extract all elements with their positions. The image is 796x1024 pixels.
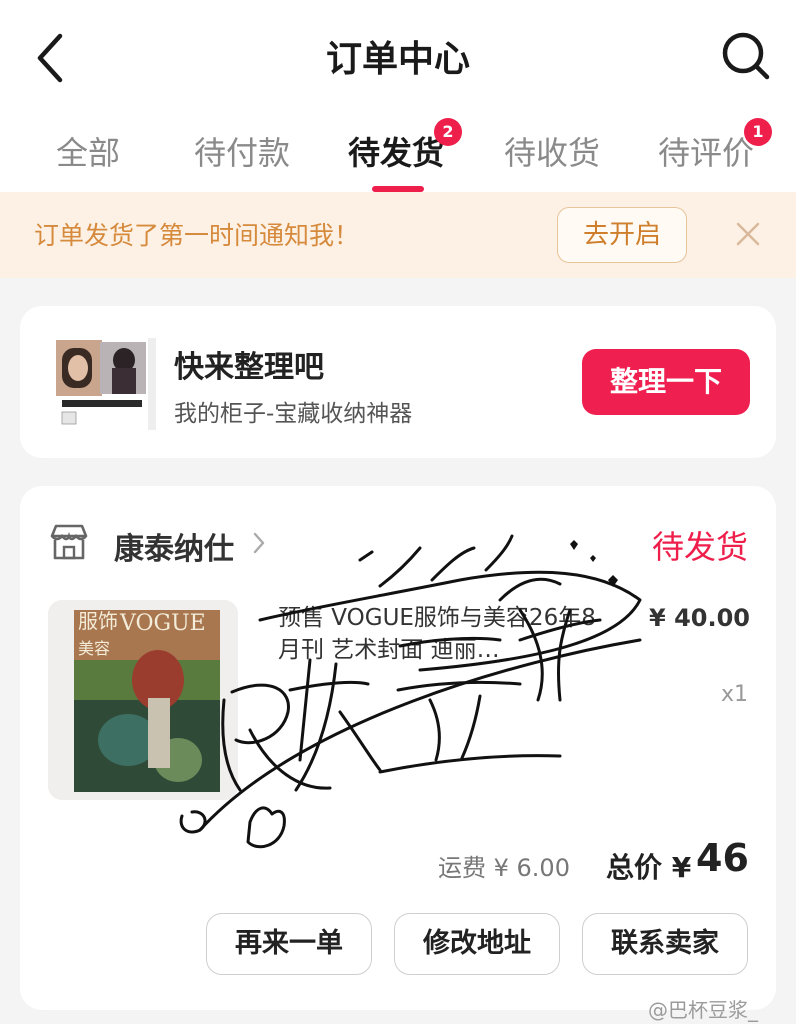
tab-label: 待收货 — [504, 134, 601, 172]
product-image[interactable]: 服饰 VOGUE 美容 — [48, 600, 238, 800]
tab-all[interactable]: 全部 — [56, 128, 120, 174]
notice-text: 订单发货了第一时间通知我！ — [34, 221, 360, 250]
shipping-notice-bar: 订单发货了第一时间通知我！ 去开启 — [0, 192, 796, 278]
promo-subtitle: 我的柜子-宝藏收纳神器 — [174, 401, 413, 427]
modify-address-button[interactable]: 修改地址 — [394, 913, 560, 975]
tab-label: 待发货 — [348, 134, 445, 172]
cover-text: 服饰 — [78, 609, 118, 633]
total-price-label: 总价 ¥ — [606, 851, 692, 884]
magazine-thumbnail-image — [48, 338, 156, 430]
product-title[interactable]: 预售 VOGUE服饰与美容26年8月刊 艺术封面 迪丽… — [278, 602, 608, 666]
weibo-watermark: @巴杯豆浆_ — [648, 998, 758, 1022]
reorder-button[interactable]: 再来一单 — [206, 913, 372, 975]
shipping-fee: 运费 ¥ 6.00 — [438, 854, 570, 882]
tab-label: 待评价 — [658, 134, 755, 172]
total-price-value: 46 — [696, 836, 749, 880]
product-price: ¥ 40.00 — [649, 604, 750, 632]
tab-badge-pending-shipment: 2 — [434, 118, 462, 146]
promo-title: 快来整理吧 — [174, 350, 324, 385]
chevron-right-icon — [253, 532, 265, 554]
order-card: 康泰纳仕 待发货 服饰 VOGUE 美容 预售 VOGUE服饰与美容26年8月刊… — [20, 486, 776, 1010]
order-tabs: 全部 待付款 待发货 2 待收货 待评价 1 — [0, 118, 796, 192]
tab-pending-receipt[interactable]: 待收货 — [504, 128, 600, 174]
contact-seller-button[interactable]: 联系卖家 — [582, 913, 748, 975]
tab-pending-review[interactable]: 待评价 — [658, 128, 754, 174]
store-icon — [50, 524, 88, 560]
close-icon[interactable] — [728, 214, 768, 254]
page-title: 订单中心 — [325, 39, 470, 80]
wardrobe-promo-card: 快来整理吧 我的柜子-宝藏收纳神器 整理一下 — [20, 306, 776, 458]
magazine-cover-image: 服饰 VOGUE 美容 — [48, 600, 238, 800]
search-icon[interactable] — [720, 30, 772, 82]
tab-label: 待付款 — [194, 134, 291, 172]
shop-name-link[interactable]: 康泰纳仕 — [114, 524, 234, 568]
product-quantity: x1 — [720, 682, 748, 707]
tab-badge-pending-review: 1 — [744, 118, 772, 146]
cover-text: VOGUE — [119, 611, 206, 636]
tab-label: 全部 — [56, 134, 121, 172]
top-bar: 订单中心 全部 待付款 待发货 2 待收货 待评价 1 — [0, 0, 796, 192]
tab-pending-shipment[interactable]: 待发货 — [348, 128, 444, 174]
enable-notice-button[interactable]: 去开启 — [557, 207, 687, 263]
organize-button[interactable]: 整理一下 — [582, 349, 750, 415]
cover-text: 美容 — [78, 639, 110, 658]
tab-pending-payment[interactable]: 待付款 — [194, 128, 290, 174]
order-status: 待发货 — [651, 528, 748, 566]
